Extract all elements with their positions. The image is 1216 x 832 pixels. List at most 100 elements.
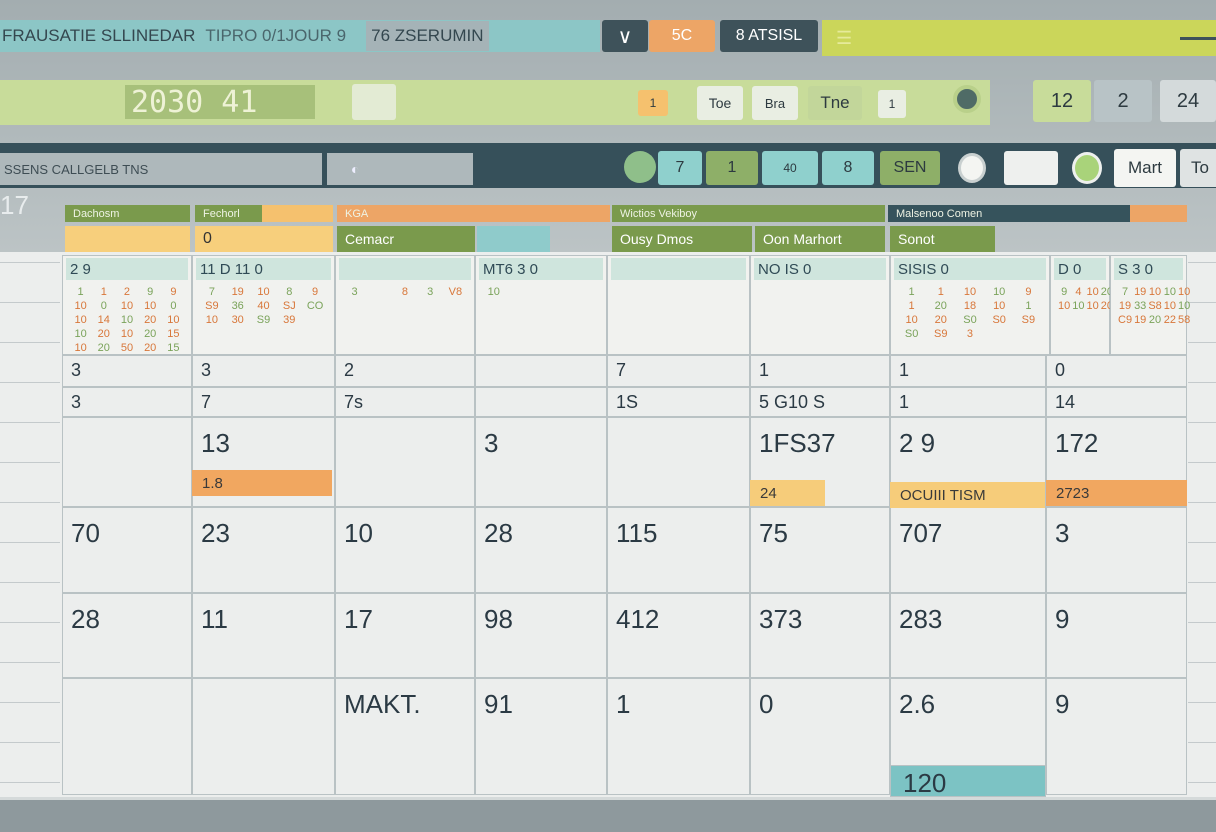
mini-day[interactable]: 1: [70, 286, 91, 298]
day-cell[interactable]: 75: [750, 507, 890, 593]
day-cell[interactable]: 23: [192, 507, 335, 593]
mini-day[interactable]: 33: [1134, 300, 1146, 312]
day-cell[interactable]: 3: [62, 355, 192, 387]
day-cell[interactable]: 7s: [335, 387, 475, 417]
day-cell[interactable]: 3: [475, 417, 607, 507]
mini-day[interactable]: 10: [1148, 286, 1161, 298]
column-subheader[interactable]: Oon Marhort: [755, 226, 885, 252]
circle-icon[interactable]: [1072, 152, 1102, 184]
mini-day[interactable]: S0: [898, 328, 925, 340]
mini-day[interactable]: 3: [956, 328, 983, 340]
mini-day[interactable]: 3: [419, 286, 442, 298]
day-cell[interactable]: 3: [62, 387, 192, 417]
day-cell[interactable]: 11: [192, 593, 335, 678]
mini-day[interactable]: S0: [986, 314, 1013, 326]
day-cell[interactable]: 3: [1046, 507, 1187, 593]
mini-day[interactable]: 10: [1178, 286, 1190, 298]
mini-day[interactable]: S9: [200, 300, 224, 312]
day-cell[interactable]: 5 G10 S: [750, 387, 890, 417]
today-button[interactable]: To: [1180, 149, 1216, 187]
day-cell[interactable]: [62, 678, 192, 795]
mini-day[interactable]: 10: [1178, 300, 1190, 312]
right-button-2[interactable]: 2: [1094, 80, 1152, 122]
mini-day[interactable]: S0: [956, 314, 983, 326]
day-cell[interactable]: 9: [1046, 593, 1187, 678]
day-cell[interactable]: [62, 417, 192, 507]
day-cell[interactable]: 707: [890, 507, 1046, 593]
toolbar-button[interactable]: 40: [762, 151, 818, 185]
mini-day[interactable]: 10: [116, 314, 137, 326]
day-cell[interactable]: 7: [192, 387, 335, 417]
mini-day[interactable]: 58: [1178, 314, 1190, 326]
mini-day[interactable]: 10: [986, 286, 1013, 298]
day-cell[interactable]: 412: [607, 593, 750, 678]
day-cell[interactable]: 115: [607, 507, 750, 593]
day-cell[interactable]: [335, 417, 475, 507]
toggle-circle-icon[interactable]: [953, 85, 981, 113]
mini-day[interactable]: 10: [1087, 300, 1099, 312]
mini-day[interactable]: 10: [70, 314, 91, 326]
mini-day[interactable]: 10: [70, 328, 91, 340]
mini-day[interactable]: 10: [986, 300, 1013, 312]
toolbar-button[interactable]: 8: [822, 151, 874, 185]
day-cell[interactable]: 1: [750, 355, 890, 387]
day-cell[interactable]: 0: [1046, 355, 1187, 387]
menu-icon[interactable]: ☰: [836, 28, 852, 49]
mini-day[interactable]: 10: [163, 314, 184, 326]
column-subheader[interactable]: [65, 226, 190, 252]
mini-day[interactable]: 7: [1118, 286, 1132, 298]
mini-day[interactable]: 10: [200, 314, 224, 326]
mini-day[interactable]: 10: [1164, 286, 1176, 298]
column-header[interactable]: Fechorl: [195, 205, 262, 222]
tag-5[interactable]: 1: [878, 90, 906, 118]
column-subheader[interactable]: Ousy Dmos: [612, 226, 752, 252]
mini-day[interactable]: 19: [1118, 300, 1132, 312]
day-cell[interactable]: MAKT.: [335, 678, 475, 795]
mini-day[interactable]: 0: [163, 300, 184, 312]
mini-day[interactable]: 10: [1087, 286, 1099, 298]
mini-day[interactable]: 10: [116, 328, 137, 340]
mini-day[interactable]: 2: [116, 286, 137, 298]
mini-day[interactable]: 20: [93, 328, 114, 340]
mini-day[interactable]: 15: [163, 328, 184, 340]
mini-day[interactable]: 9: [1015, 286, 1042, 298]
day-cell[interactable]: 0: [750, 678, 890, 795]
mini-day[interactable]: 20: [1148, 314, 1161, 326]
mini-day[interactable]: 14: [93, 314, 114, 326]
day-cell[interactable]: 3: [192, 355, 335, 387]
mini-day[interactable]: 10: [1058, 300, 1070, 312]
mini-day[interactable]: 1: [1015, 300, 1042, 312]
orange-badge-button[interactable]: 5C: [649, 20, 715, 52]
day-cell[interactable]: [192, 678, 335, 795]
day-cell[interactable]: [475, 387, 607, 417]
mini-day[interactable]: 10: [252, 286, 276, 298]
day-cell[interactable]: 28: [62, 593, 192, 678]
dark-badge-button[interactable]: 8 ATSISL: [720, 20, 818, 52]
mini-day[interactable]: 9: [1058, 286, 1070, 298]
mini-day[interactable]: 20: [927, 300, 954, 312]
day-cell[interactable]: [607, 417, 750, 507]
mini-day[interactable]: 10: [140, 300, 161, 312]
column-subheader[interactable]: [477, 226, 550, 252]
mini-day[interactable]: SJ: [277, 300, 301, 312]
mini-day[interactable]: 0: [93, 300, 114, 312]
circle-icon[interactable]: [624, 151, 656, 183]
mini-day[interactable]: 10: [483, 286, 505, 298]
mini-day[interactable]: 10: [898, 314, 925, 326]
day-cell[interactable]: 373: [750, 593, 890, 678]
mini-day[interactable]: 20: [93, 342, 114, 354]
day-cell[interactable]: 14: [1046, 387, 1187, 417]
square-icon[interactable]: [1004, 151, 1058, 185]
toolbar-button[interactable]: 7: [658, 151, 702, 185]
column-header[interactable]: [262, 205, 333, 222]
mini-day[interactable]: 7: [200, 286, 224, 298]
day-cell[interactable]: 28: [475, 507, 607, 593]
column-header[interactable]: Dachosm: [65, 205, 190, 222]
column-header[interactable]: [1130, 205, 1187, 222]
mini-day[interactable]: 10: [70, 300, 91, 312]
mini-day[interactable]: 1: [898, 300, 925, 312]
mini-day[interactable]: 8: [393, 286, 416, 298]
mini-day[interactable]: 19: [1134, 314, 1146, 326]
tag-2[interactable]: Toe: [697, 86, 743, 120]
mini-day[interactable]: 9: [163, 286, 184, 298]
